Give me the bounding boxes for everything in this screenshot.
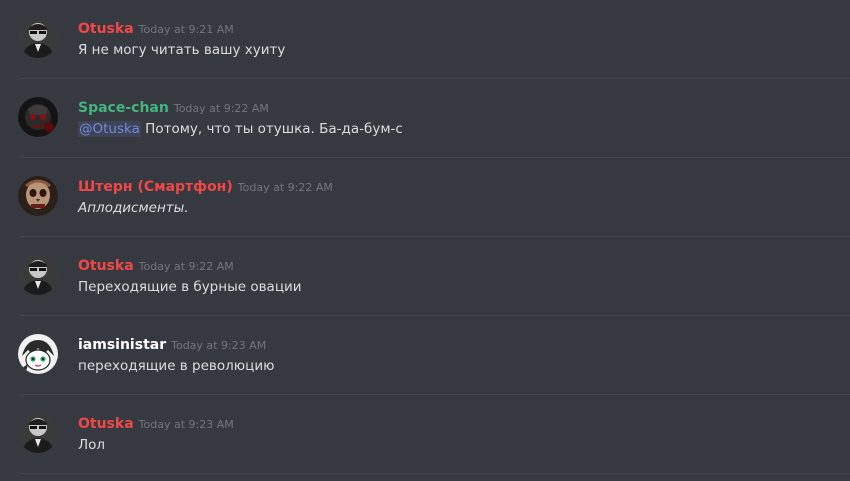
message-item: Space-chan Today at 9:22 AM @Otuska Потом… [0,79,850,158]
message-header: iamsinistar Today at 9:23 AM [78,335,266,355]
message-item: Otuska Today at 9:22 AM Переходящие в бур… [0,237,850,316]
message-content: переходящие в революцию [78,358,275,374]
message-header: Otuska Today at 9:21 AM [78,19,234,39]
user-mention[interactable]: @Otuska [78,121,141,137]
message-item: Otuska Today at 9:21 AM Я не могу читать … [0,0,850,79]
message-content: Аплодисменты. [78,200,189,216]
message-item: Otuska Today at 9:23 AM Лол [0,395,850,474]
message-content: Я не могу читать вашу хуиту [78,42,286,58]
username[interactable]: Otuska [78,416,134,432]
message-content: @Otuska Потому, что ты отушка. Ба-да-бум… [78,120,403,138]
skull-face-avatar-icon[interactable] [18,176,58,216]
message-timestamp: Today at 9:21 AM [138,23,234,36]
message-timestamp: Today at 9:22 AM [173,102,269,115]
message-timestamp: Today at 9:22 AM [138,260,234,273]
chat-message-list: Otuska Today at 9:21 AM Я не могу читать … [0,0,850,481]
message-header: Otuska Today at 9:22 AM [78,256,234,276]
message-item: Штерн (Смартфон) Today at 9:22 AM Аплодис… [0,158,850,237]
message-timestamp: Today at 9:23 AM [138,418,234,431]
message-header: Space-chan Today at 9:22 AM [78,98,269,118]
message-content: Переходящие в бурные овации [78,279,302,295]
sunglasses-man-avatar-icon[interactable] [18,18,58,58]
message-header: Otuska Today at 9:23 AM [78,414,234,434]
message-timestamp: Today at 9:23 AM [171,339,267,352]
anime-character-avatar-icon[interactable] [18,334,58,374]
message-item: iamsinistar Today at 9:23 AM переходящие … [0,316,850,395]
username[interactable]: iamsinistar [78,337,166,353]
username[interactable]: Otuska [78,258,134,274]
message-text: Потому, что ты отушка. Ба-да-бум-с [140,121,403,137]
username[interactable]: Штерн (Смартфон) [78,179,233,195]
message-content: Лол [78,437,106,453]
message-timestamp: Today at 9:22 AM [237,181,333,194]
dark-face-avatar-icon[interactable] [18,97,58,137]
username[interactable]: Space-chan [78,100,169,116]
sunglasses-man-avatar-icon[interactable] [18,255,58,295]
sunglasses-man-avatar-icon[interactable] [18,413,58,453]
message-header: Штерн (Смартфон) Today at 9:22 AM [78,177,333,197]
username[interactable]: Otuska [78,21,134,37]
